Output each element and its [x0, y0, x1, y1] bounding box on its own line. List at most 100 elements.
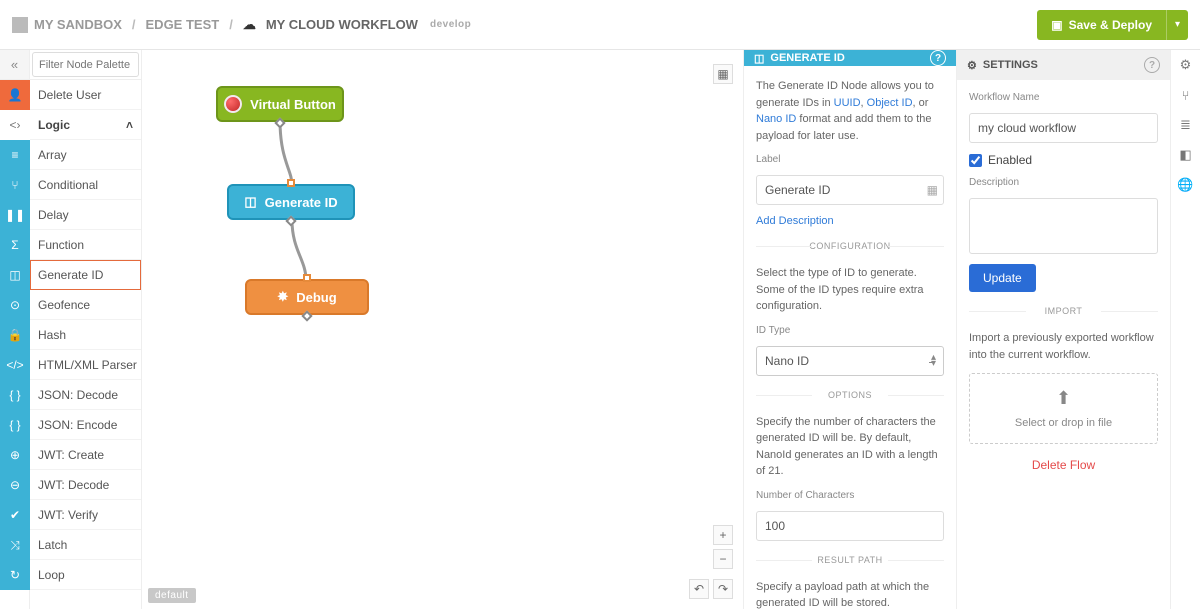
nanoid-link[interactable]: Nano ID — [756, 113, 796, 125]
description-label: Description — [969, 177, 1158, 188]
canvas-settings-button[interactable]: ▦ — [713, 64, 733, 84]
help-icon[interactable]: ? — [930, 50, 946, 66]
result-path-divider: RESULT PATH — [756, 555, 944, 565]
save-deploy-label: Save & Deploy — [1069, 18, 1152, 32]
collapse-palette-button[interactable]: « — [0, 50, 29, 80]
palette-item[interactable]: Latch — [30, 530, 141, 560]
palette-item[interactable]: JWT: Create — [30, 440, 141, 470]
function-icon[interactable]: Σ — [0, 230, 30, 260]
breadcrumb-edge[interactable]: EDGE TEST — [146, 17, 220, 32]
result-help-text: Specify a payload path at which the gene… — [756, 579, 944, 609]
palette-item[interactable]: Function — [30, 230, 141, 260]
palette-item[interactable]: HTML/XML Parser — [30, 350, 141, 380]
panel-intro: The Generate ID Node allows you to gener… — [756, 78, 944, 144]
palette-item-delete-user[interactable]: Delete User — [30, 80, 141, 110]
palette-icon-column: « 👤 <› ≡ ⑂ ❚❚ Σ ◫ ⊙ 🔒 </> { } { } ⊕ ⊖ ✔ … — [0, 50, 30, 609]
redo-button[interactable]: ↷ — [713, 579, 733, 599]
template-icon[interactable]: ▦ — [927, 183, 938, 197]
save-deploy-button[interactable]: ▣ Save & Deploy — [1037, 10, 1166, 40]
loop-icon[interactable]: ↻ — [0, 560, 30, 590]
import-help-text: Import a previously exported workflow in… — [969, 330, 1158, 363]
num-chars-label: Number of Characters — [756, 490, 944, 501]
palette-item[interactable]: JSON: Decode — [30, 380, 141, 410]
workflow-canvas[interactable]: Virtual Button ◫ Generate ID ✸ Debug ▦ +… — [142, 50, 743, 609]
delete-flow-link[interactable]: Delete Flow — [969, 458, 1158, 472]
cloud-icon: ☁ — [243, 17, 256, 33]
palette-item[interactable]: Hash — [30, 320, 141, 350]
label-field-label: Label — [756, 154, 944, 165]
delay-icon[interactable]: ❚❚ — [0, 200, 30, 230]
enabled-label: Enabled — [988, 153, 1032, 167]
breadcrumb-sandbox[interactable]: MY SANDBOX — [34, 17, 122, 32]
zoom-in-button[interactable]: + — [713, 525, 733, 545]
latch-icon[interactable]: ⤨ — [0, 530, 30, 560]
sandbox-avatar — [12, 17, 28, 33]
workflow-name-label: Workflow Name — [969, 92, 1158, 103]
id-type-label: ID Type — [756, 325, 944, 336]
description-textarea[interactable] — [969, 198, 1158, 254]
add-description-link[interactable]: Add Description — [756, 215, 944, 227]
options-divider: OPTIONS — [756, 390, 944, 400]
save-deploy-dropdown[interactable]: ▾ — [1166, 10, 1188, 40]
id-card-icon: ◫ — [754, 52, 764, 65]
palette-filter-input[interactable] — [32, 52, 139, 77]
storage-tab-icon[interactable]: ≣ — [1171, 110, 1200, 140]
panel-title: GENERATE ID — [770, 52, 844, 64]
workflow-name-input[interactable] — [969, 113, 1158, 143]
globe-tab-icon[interactable]: 🌐 — [1171, 170, 1200, 200]
node-palette: Delete User Logic˄ Array Conditional Del… — [30, 50, 142, 609]
settings-title: SETTINGS — [983, 59, 1038, 71]
palette-item[interactable]: Delay — [30, 200, 141, 230]
node-label: Debug — [296, 290, 336, 305]
save-icon: ▣ — [1051, 18, 1062, 32]
enabled-checkbox-row[interactable]: Enabled — [969, 153, 1158, 167]
parser-icon[interactable]: </> — [0, 350, 30, 380]
json-decode-icon[interactable]: { } — [0, 380, 30, 410]
settings-header: ⚙ SETTINGS ? — [957, 50, 1170, 80]
array-icon[interactable]: ≡ — [0, 140, 30, 170]
chevron-up-icon: ˄ — [126, 118, 133, 132]
versions-tab-icon[interactable]: ⑂ — [1171, 80, 1200, 110]
palette-cat-icon[interactable]: 👤 — [0, 80, 30, 110]
uuid-link[interactable]: UUID — [834, 97, 861, 109]
undo-button[interactable]: ↶ — [689, 579, 709, 599]
update-button[interactable]: Update — [969, 264, 1036, 292]
zoom-out-button[interactable]: − — [713, 549, 733, 569]
conditional-icon[interactable]: ⑂ — [0, 170, 30, 200]
canvas-branch-badge: default — [148, 588, 196, 603]
enabled-checkbox[interactable] — [969, 154, 982, 167]
breadcrumb-title: MY CLOUD WORKFLOW — [266, 17, 418, 32]
palette-cat-icon[interactable]: <› — [0, 110, 30, 140]
bug-icon: ✸ — [277, 289, 288, 305]
palette-item[interactable]: JWT: Decode — [30, 470, 141, 500]
generate-id-icon[interactable]: ◫ — [0, 260, 30, 290]
palette-item-generate-id[interactable]: Generate ID — [30, 260, 141, 290]
import-dropzone[interactable]: ⬆ Select or drop in file — [969, 373, 1158, 444]
palette-section-logic[interactable]: Logic˄ — [30, 110, 141, 140]
palette-item[interactable]: Conditional — [30, 170, 141, 200]
json-encode-icon[interactable]: { } — [0, 410, 30, 440]
configuration-divider: CONFIGURATION — [756, 241, 944, 251]
generate-id-panel: ◫ GENERATE ID ? The Generate ID Node all… — [743, 50, 956, 609]
label-input[interactable] — [756, 175, 944, 205]
jwt-create-icon[interactable]: ⊕ — [0, 440, 30, 470]
hash-icon[interactable]: 🔒 — [0, 320, 30, 350]
geofence-icon[interactable]: ⊙ — [0, 290, 30, 320]
palette-item[interactable]: JWT: Verify — [30, 500, 141, 530]
palette-item[interactable]: JSON: Encode — [30, 410, 141, 440]
help-icon[interactable]: ? — [1144, 57, 1160, 73]
jwt-decode-icon[interactable]: ⊖ — [0, 470, 30, 500]
dropzone-label: Select or drop in file — [1015, 417, 1112, 429]
objectid-link[interactable]: Object ID — [867, 97, 913, 109]
panel-header: ◫ GENERATE ID ? — [744, 50, 956, 66]
settings-tab-icon[interactable]: ⚙ — [1171, 50, 1200, 80]
id-type-select[interactable]: Nano ID — [756, 346, 944, 376]
data-tab-icon[interactable]: ◧ — [1171, 140, 1200, 170]
palette-item[interactable]: Loop — [30, 560, 141, 590]
palette-item[interactable]: Geofence — [30, 290, 141, 320]
palette-item[interactable]: Array — [30, 140, 141, 170]
num-chars-input[interactable] — [756, 511, 944, 541]
jwt-verify-icon[interactable]: ✔ — [0, 500, 30, 530]
gear-icon: ⚙ — [967, 59, 977, 72]
settings-panel: ⚙ SETTINGS ? Workflow Name Enabled Descr… — [956, 50, 1170, 609]
